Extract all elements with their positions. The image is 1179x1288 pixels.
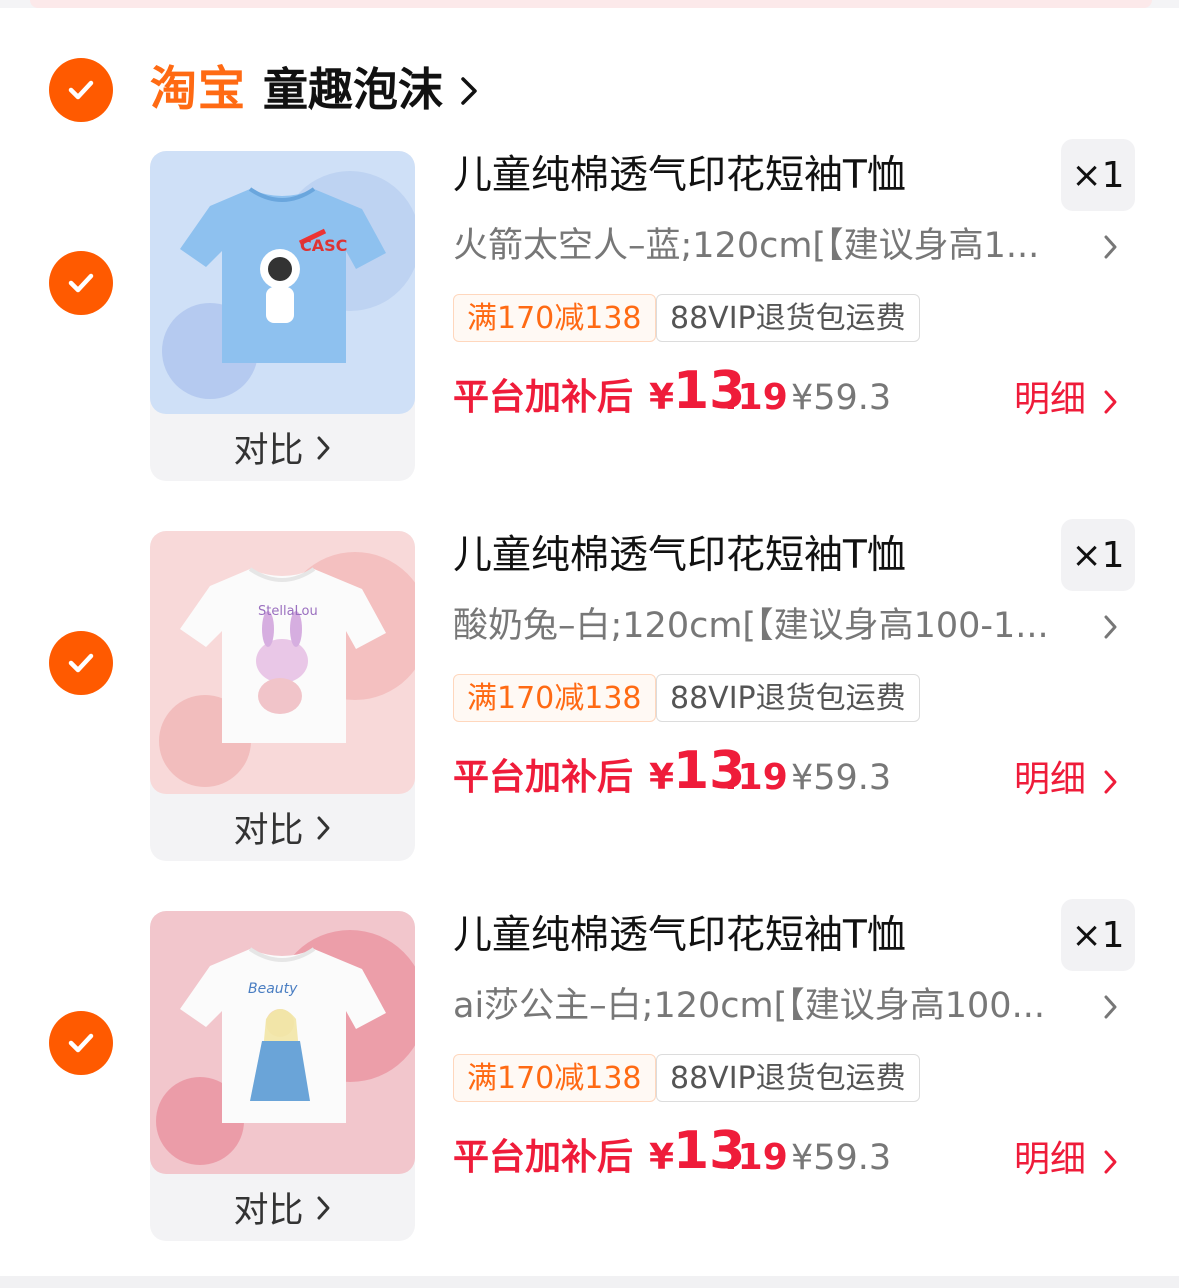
chevron-right-icon[interactable] <box>1103 389 1119 415</box>
product-thumbnail-card[interactable]: Beauty 对比 <box>150 911 415 1241</box>
original-price: ¥59.3 <box>791 1138 892 1178</box>
product-title[interactable]: 儿童纯棉透气印花短袖T恤 <box>453 911 906 961</box>
product-thumbnail-card[interactable]: CASC 对比 <box>150 151 415 481</box>
product-image[interactable]: Beauty <box>150 911 415 1174</box>
price-decimal: .19 <box>724 757 788 798</box>
quantity-button[interactable]: ×1 <box>1061 139 1135 211</box>
svg-text:Beauty: Beauty <box>248 981 298 997</box>
promo-tag: 满170减138 <box>453 294 656 342</box>
item-select-checkbox[interactable] <box>49 251 113 315</box>
compare-label: 对比 <box>233 811 304 851</box>
price-decimal: .19 <box>724 1137 788 1178</box>
price-currency: ¥ <box>649 757 675 798</box>
chevron-right-icon[interactable] <box>1103 1149 1119 1175</box>
price-currency: ¥ <box>649 377 675 418</box>
product-title[interactable]: 儿童纯棉透气印花短袖T恤 <box>453 531 906 581</box>
price-detail-link[interactable]: 明细 <box>1014 757 1086 803</box>
product-thumbnail-card[interactable]: StellaLou 对比 <box>150 531 415 861</box>
chevron-right-icon <box>317 816 329 839</box>
compare-label: 对比 <box>233 431 304 471</box>
chevron-right-icon[interactable] <box>1103 234 1119 260</box>
vip-tag: 88VIP退货包运费 <box>656 294 920 342</box>
store-name[interactable]: 童趣泡沫 <box>263 60 443 120</box>
svg-text:CASC: CASC <box>300 236 347 255</box>
promo-tag: 满170减138 <box>453 674 656 722</box>
compare-button[interactable]: 对比 <box>150 414 415 481</box>
price-detail-link[interactable]: 明细 <box>1014 377 1086 423</box>
quantity-button[interactable]: ×1 <box>1061 899 1135 971</box>
compare-label: 对比 <box>233 1191 304 1231</box>
product-image[interactable]: StellaLou <box>150 531 415 794</box>
checkmark-icon <box>68 273 94 293</box>
cart-item: Beauty 对比 儿童纯棉透气印花短袖T恤 ×1 ai莎公主–白;120cm[… <box>0 899 1179 1241</box>
chevron-right-icon[interactable] <box>1103 769 1119 795</box>
chevron-right-icon[interactable] <box>1103 614 1119 640</box>
original-price: ¥59.3 <box>791 378 892 418</box>
price-currency: ¥ <box>649 1137 675 1178</box>
cart-store-card: 淘宝 童趣泡沫 CASC 对比 儿童纯棉透气印花短袖T恤 ×1 火箭太空人–蓝;… <box>0 8 1179 1276</box>
price-label: 平台加补后 <box>453 1137 634 1178</box>
checkmark-icon <box>68 80 94 100</box>
original-price: ¥59.3 <box>791 758 892 798</box>
promo-tag: 满170减138 <box>453 1054 656 1102</box>
taobao-logo: 淘宝 <box>150 62 246 117</box>
cart-item: StellaLou 对比 儿童纯棉透气印花短袖T恤 ×1 酸奶兔–白;120cm… <box>0 519 1179 861</box>
sku-selector[interactable]: 酸奶兔–白;120cm[【建议身高100-1... <box>453 603 1093 649</box>
top-strip <box>30 0 1152 8</box>
product-title[interactable]: 儿童纯棉透气印花短袖T恤 <box>453 151 906 201</box>
product-image[interactable]: CASC <box>150 151 415 414</box>
checkmark-icon <box>68 653 94 673</box>
sku-selector[interactable]: ai莎公主–白;120cm[【建议身高100... <box>453 983 1093 1029</box>
cart-item: CASC 对比 儿童纯棉透气印花短袖T恤 ×1 火箭太空人–蓝;120cm[【建… <box>0 139 1179 481</box>
compare-button[interactable]: 对比 <box>150 794 415 861</box>
price-detail-link[interactable]: 明细 <box>1014 1137 1086 1183</box>
chevron-right-icon[interactable] <box>1103 994 1119 1020</box>
bottom-strip <box>0 1276 1179 1288</box>
item-select-checkbox[interactable] <box>49 1011 113 1075</box>
compare-button[interactable]: 对比 <box>150 1174 415 1241</box>
checkmark-icon <box>68 1033 94 1053</box>
sku-selector[interactable]: 火箭太空人–蓝;120cm[【建议身高1... <box>453 223 1093 269</box>
vip-tag: 88VIP退货包运费 <box>656 674 920 722</box>
vip-tag: 88VIP退货包运费 <box>656 1054 920 1102</box>
item-select-checkbox[interactable] <box>49 631 113 695</box>
price-label: 平台加补后 <box>453 757 634 798</box>
price-decimal: .19 <box>724 377 788 418</box>
chevron-right-icon <box>317 436 329 459</box>
quantity-button[interactable]: ×1 <box>1061 519 1135 591</box>
price-label: 平台加补后 <box>453 377 634 418</box>
chevron-right-icon[interactable] <box>458 74 480 108</box>
store-select-checkbox[interactable] <box>49 58 113 122</box>
svg-text:StellaLou: StellaLou <box>258 604 318 619</box>
chevron-right-icon <box>317 1196 329 1219</box>
